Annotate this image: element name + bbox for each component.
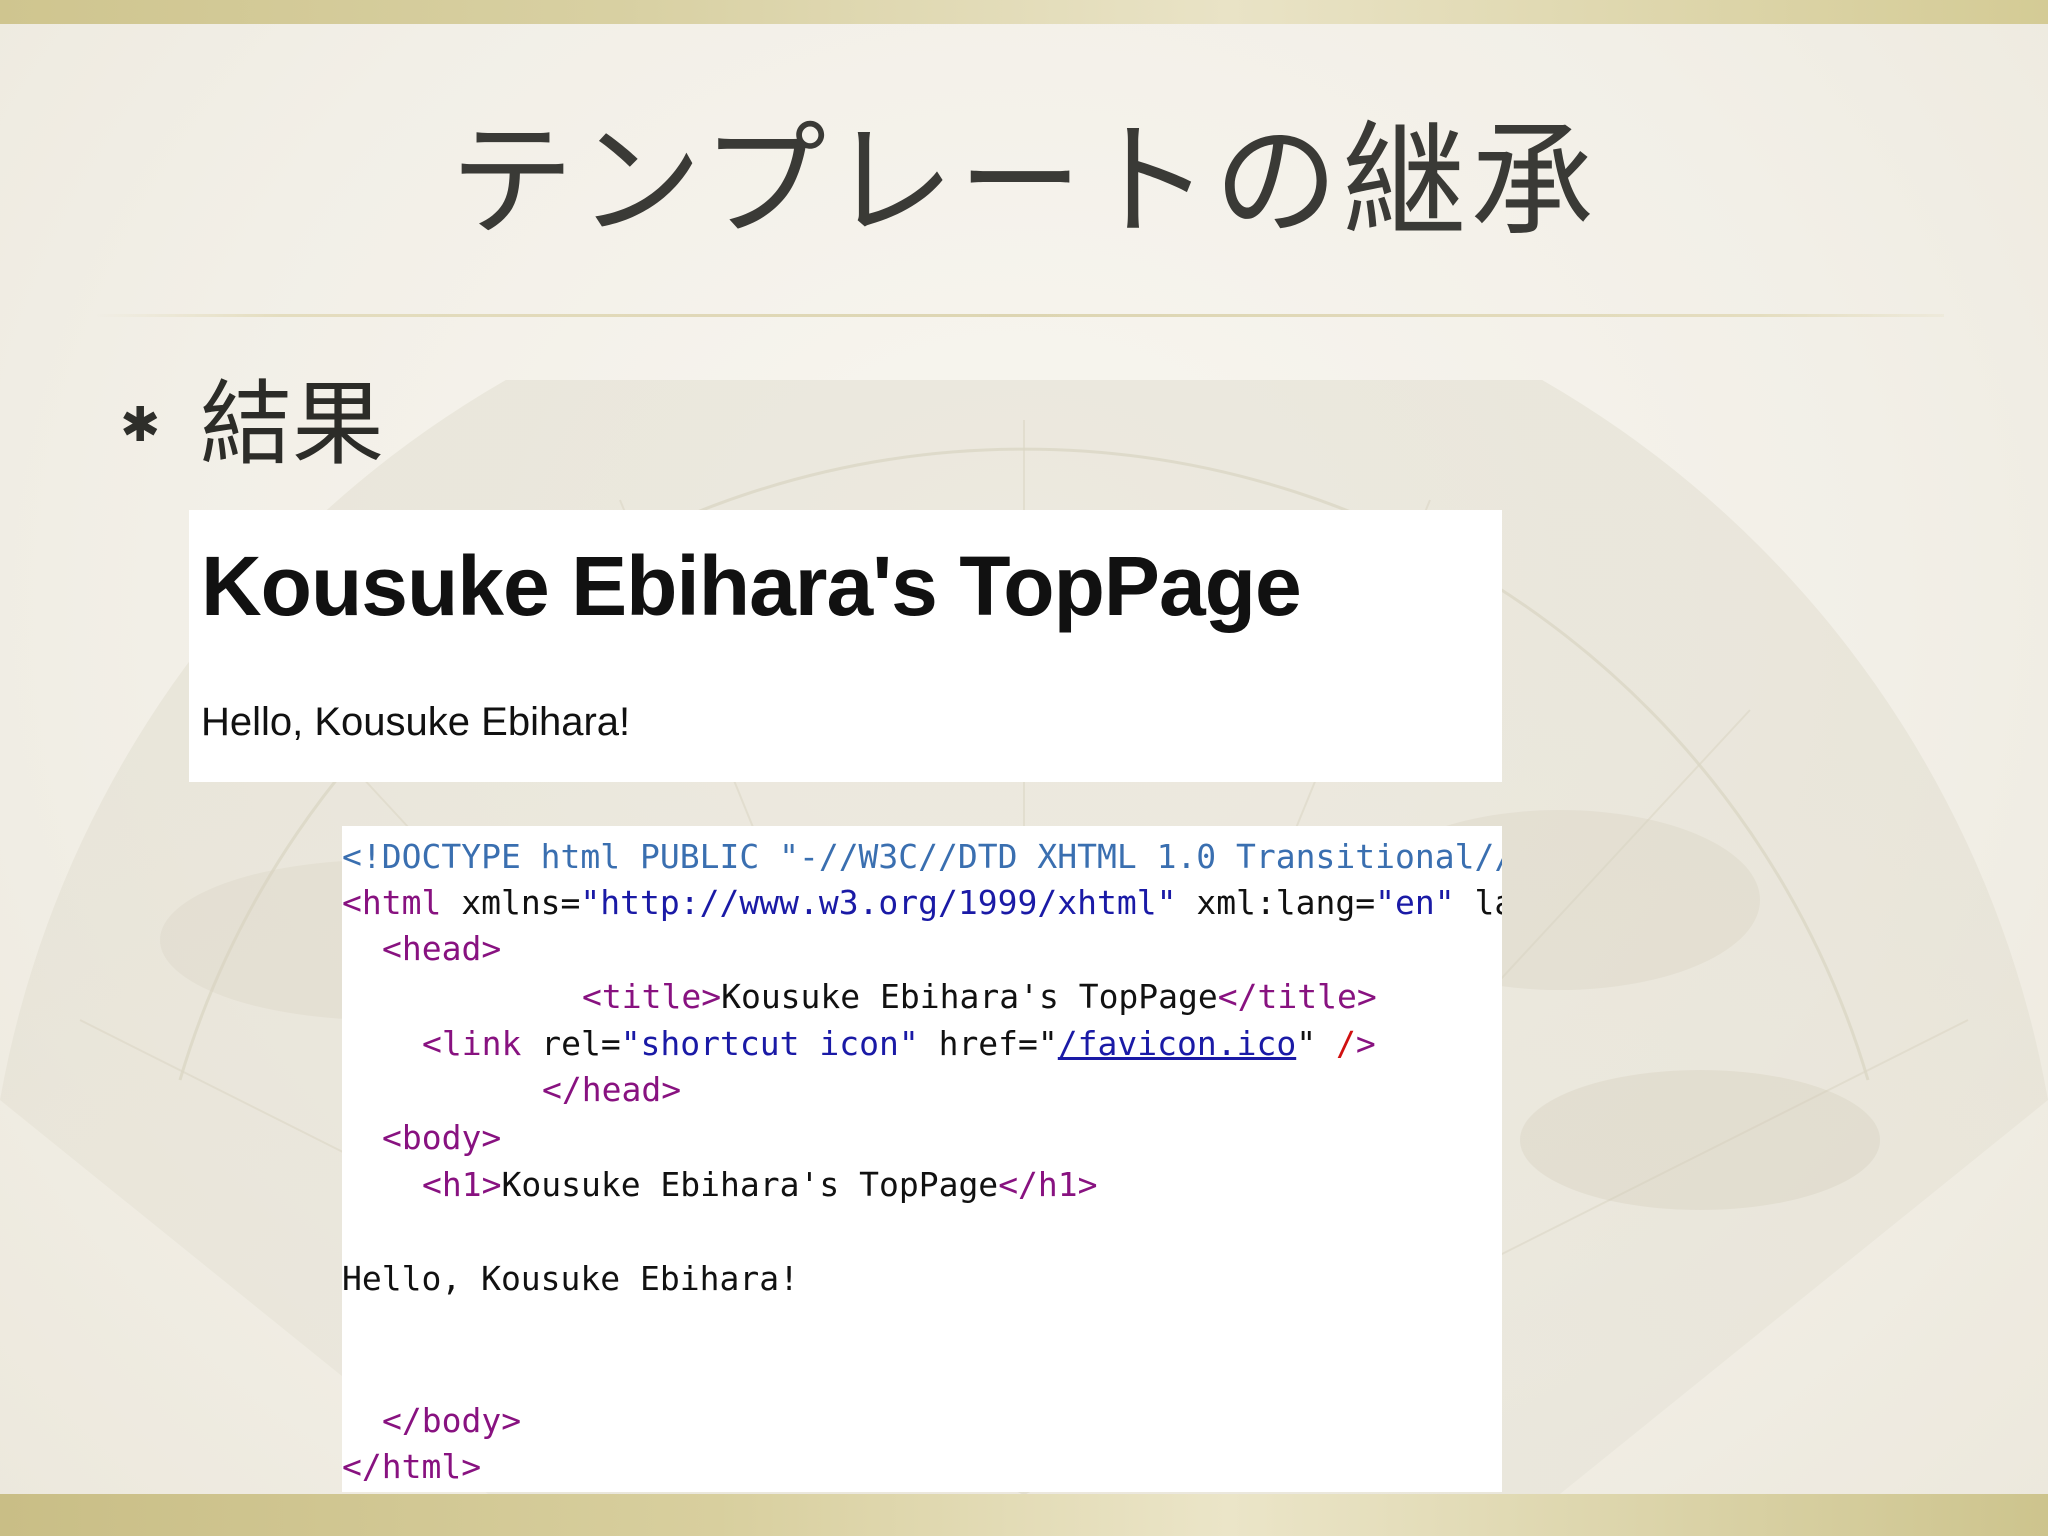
code-line-body-open: <body> <box>382 1118 502 1157</box>
asterisk-bullet-icon: ✱ <box>120 397 161 453</box>
rendered-paragraph: Hello, Kousuke Ebihara! <box>201 700 631 744</box>
slide: テンプレートの継承 ✱ 結果 Kousuke Ebihara's TopPage… <box>0 0 2048 1536</box>
bullet-text: 結果 <box>200 371 385 478</box>
html-source-screenshot: <!DOCTYPE html PUBLIC "-//W3C//DTD XHTML… <box>342 826 1502 1492</box>
code-line-title: <title>Kousuke Ebihara's TopPage</title> <box>582 977 1377 1016</box>
code-line-doctype: <!DOCTYPE html PUBLIC "-//W3C//DTD XHTML… <box>342 837 1502 876</box>
top-decorative-band <box>0 0 2048 24</box>
code-line-link: <link rel="shortcut icon" href="/favicon… <box>422 1024 1376 1063</box>
code-line-head-close: </head> <box>542 1070 682 1109</box>
code-line-body-close: </body> <box>382 1401 522 1440</box>
browser-render-screenshot: Kousuke Ebihara's TopPage Hello, Kousuke… <box>189 510 1502 782</box>
bottom-decorative-band <box>0 1494 2048 1536</box>
code-line-hello-text: Hello, Kousuke Ebihara! <box>342 1259 799 1298</box>
favicon-link[interactable]: /favicon.ico <box>1058 1024 1296 1063</box>
bullet-item: ✱ 結果 <box>120 370 384 480</box>
slide-title: テンプレートの継承 <box>449 110 1599 254</box>
rendered-heading: Kousuke Ebihara's TopPage <box>201 539 1302 633</box>
code-line-html-close: </html> <box>342 1447 482 1486</box>
title-divider <box>96 314 1944 317</box>
code-line-h1: <h1>Kousuke Ebihara's TopPage</h1> <box>422 1165 1098 1204</box>
code-line-html-open: <html xmlns="http://www.w3.org/1999/xhtm… <box>342 883 1502 922</box>
code-line-head-open: <head> <box>382 929 502 968</box>
